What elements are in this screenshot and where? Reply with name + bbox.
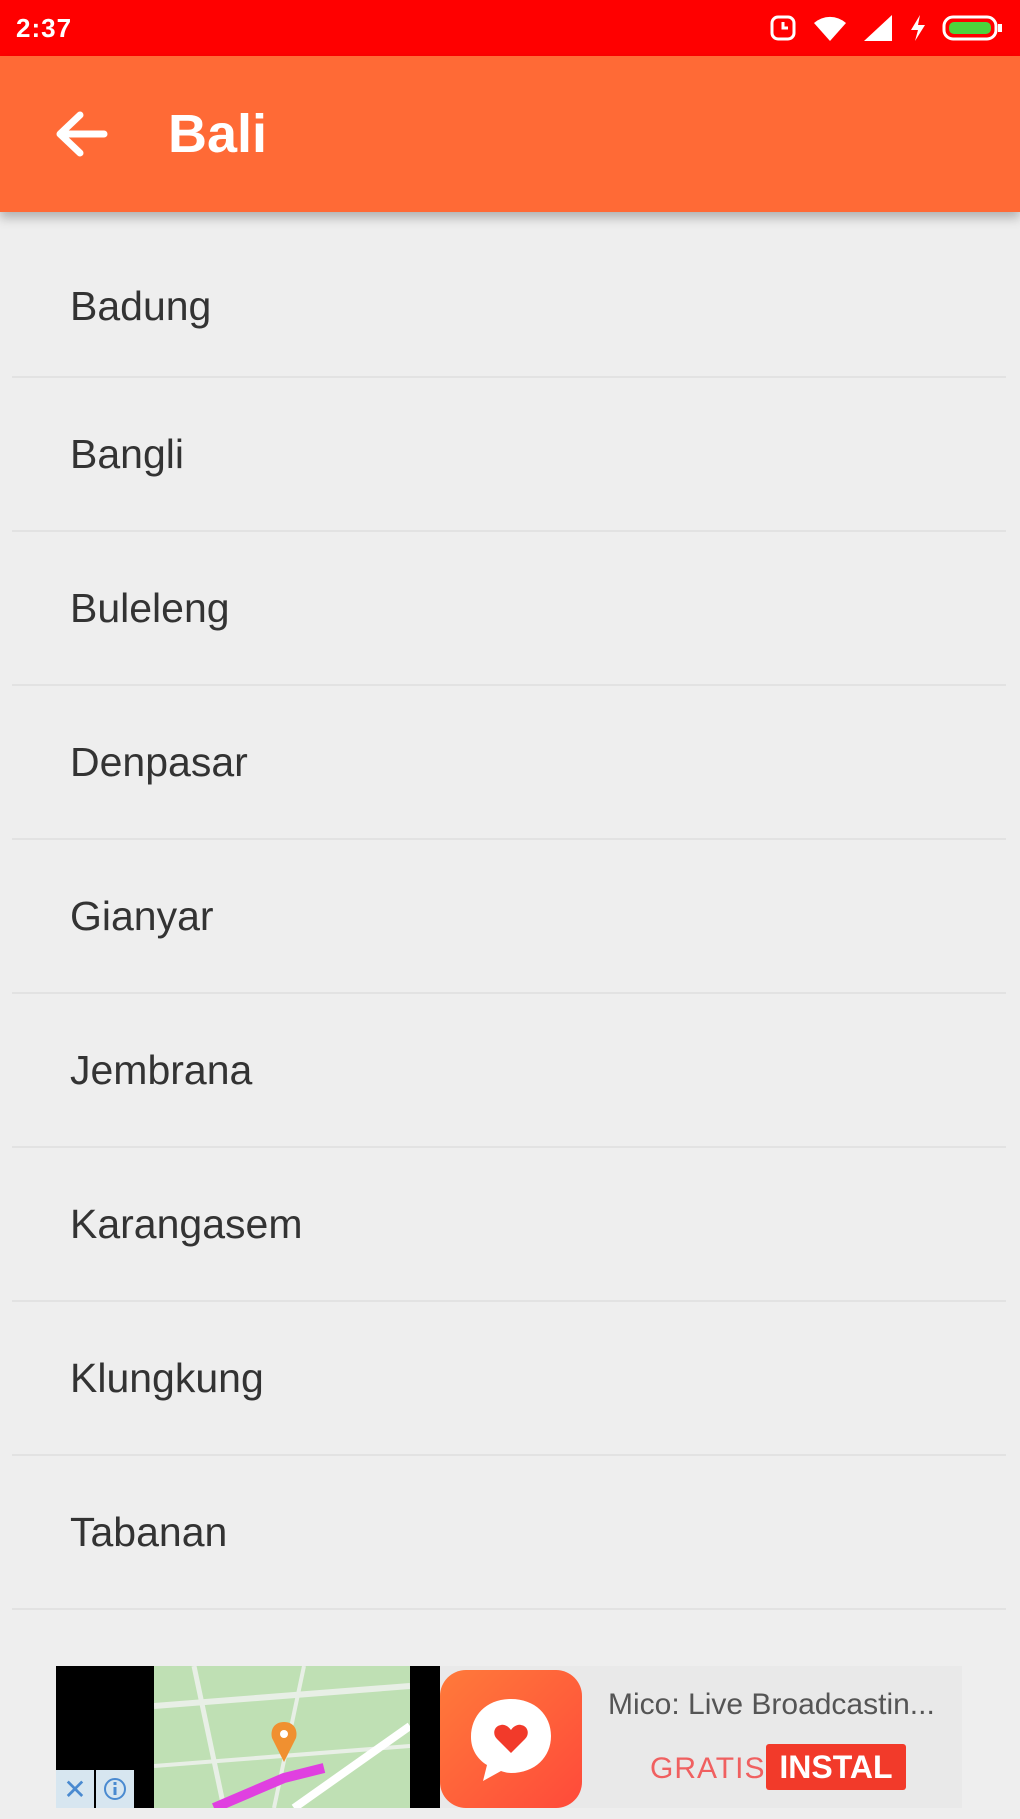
- wifi-icon: [814, 16, 846, 41]
- regency-list: Badung Bangli Buleleng Denpasar Gianyar …: [0, 212, 1020, 1610]
- ad-info-icon[interactable]: [96, 1770, 134, 1808]
- page-title: Bali: [168, 104, 268, 164]
- list-item-label: Klungkung: [70, 1354, 264, 1401]
- ad-install-button[interactable]: INSTAL: [766, 1744, 906, 1790]
- ad-banner[interactable]: Mico: Live Broadcastin... GRATIS INSTAL …: [56, 1666, 962, 1808]
- list-item-label: Karangasem: [70, 1200, 303, 1247]
- list-item-jembrana[interactable]: Jembrana: [12, 994, 1006, 1148]
- ad-video-frame-right: [410, 1666, 440, 1808]
- app-bar: Bali: [0, 56, 1020, 212]
- list-item-klungkung[interactable]: Klungkung: [12, 1302, 1006, 1456]
- list-item-tabanan[interactable]: Tabanan: [12, 1456, 1006, 1610]
- alarm-icon: [770, 15, 796, 41]
- list-item-karangasem[interactable]: Karangasem: [12, 1148, 1006, 1302]
- signal-icon: [864, 15, 892, 41]
- map-illustration: [154, 1666, 410, 1808]
- ad-close-icon[interactable]: ✕: [56, 1770, 94, 1808]
- list-item-label: Badung: [70, 282, 212, 329]
- ad-app-icon[interactable]: [440, 1670, 582, 1808]
- ad-map-image: [154, 1666, 410, 1808]
- ad-text-area: Mico: Live Broadcastin... GRATIS INSTAL: [592, 1666, 962, 1808]
- list-item-gianyar[interactable]: Gianyar: [12, 840, 1006, 994]
- battery-icon: [942, 15, 1002, 41]
- ad-app-name: Mico: Live Broadcastin...: [608, 1688, 935, 1721]
- info-icon: [104, 1778, 126, 1800]
- list-item-label: Gianyar: [70, 892, 214, 939]
- status-bar: 2:37: [0, 0, 1020, 56]
- ad-gratis-label: GRATIS: [650, 1752, 766, 1785]
- list-item-label: Buleleng: [70, 584, 230, 631]
- arrow-left-icon: [56, 111, 108, 157]
- list-item-label: Denpasar: [70, 738, 248, 785]
- list-item-label: Tabanan: [70, 1508, 228, 1555]
- chat-heart-icon: [471, 1699, 551, 1781]
- list-item-bangli[interactable]: Bangli: [12, 378, 1006, 532]
- back-button[interactable]: [46, 99, 116, 169]
- status-time: 2:37: [16, 12, 73, 43]
- list-item-label: Bangli: [70, 430, 184, 477]
- list-item-denpasar[interactable]: Denpasar: [12, 686, 1006, 840]
- list-item-buleleng[interactable]: Buleleng: [12, 532, 1006, 686]
- list-item-badung[interactable]: Badung: [12, 212, 1006, 378]
- list-item-label: Jembrana: [70, 1046, 253, 1093]
- charging-icon: [911, 15, 925, 41]
- status-icons: [768, 13, 1004, 43]
